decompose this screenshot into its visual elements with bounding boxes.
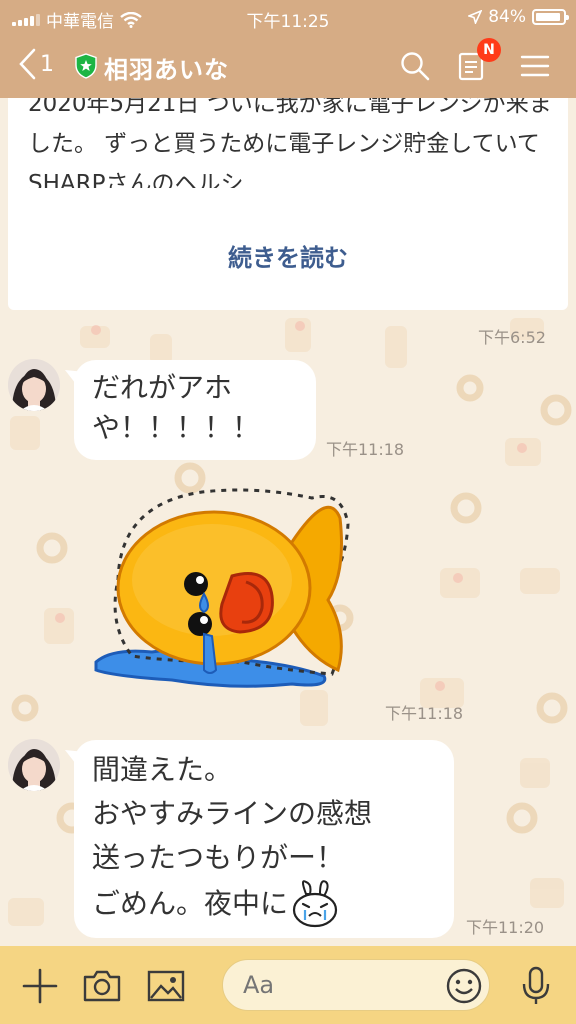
note-preview-text: 2020年5月21日 ついに我が家に電子レンジが来ました。 ずっと買うために電子… <box>28 98 552 188</box>
microphone-icon[interactable] <box>516 966 556 1006</box>
note-preview-card[interactable]: 2020年5月21日 ついに我が家に電子レンジが来ました。 ずっと買うために電子… <box>8 98 568 310</box>
camera-icon[interactable] <box>82 966 122 1006</box>
read-more-link[interactable]: 続きを読む <box>8 238 568 273</box>
message-line: おやすみラインの感想 <box>92 797 373 830</box>
location-arrow-icon <box>468 10 483 24</box>
plus-icon[interactable] <box>20 966 60 1006</box>
avatar-photo <box>8 359 60 411</box>
back-button[interactable]: 1 <box>16 46 54 82</box>
status-bar: 中華電信 下午11:25 84% <box>0 0 576 34</box>
crying-rabbit-emoji <box>292 880 338 928</box>
contact-name[interactable]: 相羽あいな <box>104 50 229 85</box>
message-line: 送ったつもりがー！ <box>92 841 345 874</box>
chat-header: 1 相羽あいな N <box>0 34 576 98</box>
notes-badge: N <box>477 38 501 62</box>
avatar[interactable] <box>8 739 60 791</box>
chat-area[interactable]: 2020年5月21日 ついに我が家に電子レンジが来ました。 ずっと買うために電子… <box>0 98 576 946</box>
unread-count: 1 <box>40 51 54 77</box>
input-bar <box>0 946 576 1024</box>
avatar[interactable] <box>8 359 60 411</box>
image-icon[interactable] <box>146 966 186 1006</box>
message-time: 下午11:18 <box>385 704 464 723</box>
menu-icon[interactable] <box>519 50 551 82</box>
emoji-icon[interactable] <box>444 966 484 1006</box>
message-time: 下午11:20 <box>466 918 545 937</box>
message-bubble[interactable]: 間違えた。 おやすみラインの感想 送ったつもりがー！ ごめん。夜中に <box>65 740 454 938</box>
message-text: だれがアホや！！！！！ <box>92 371 261 444</box>
message-line: 間違えた。 <box>92 753 233 786</box>
bubble-tail <box>65 370 85 388</box>
search-icon[interactable] <box>399 50 431 82</box>
chevron-left-icon <box>19 48 36 80</box>
battery-percent: 84% <box>488 7 526 27</box>
message-line: ごめん。夜中に <box>92 887 289 920</box>
battery-icon <box>532 9 569 25</box>
avatar-photo <box>8 739 60 791</box>
message-time: 下午11:18 <box>326 440 405 459</box>
message-time: 下午6:52 <box>478 328 546 347</box>
official-shield-icon <box>75 53 97 79</box>
crying-fish-sticker[interactable] <box>92 484 352 694</box>
message-bubble[interactable]: だれがアホや！！！！！ <box>65 360 316 460</box>
bubble-tail <box>65 750 85 768</box>
